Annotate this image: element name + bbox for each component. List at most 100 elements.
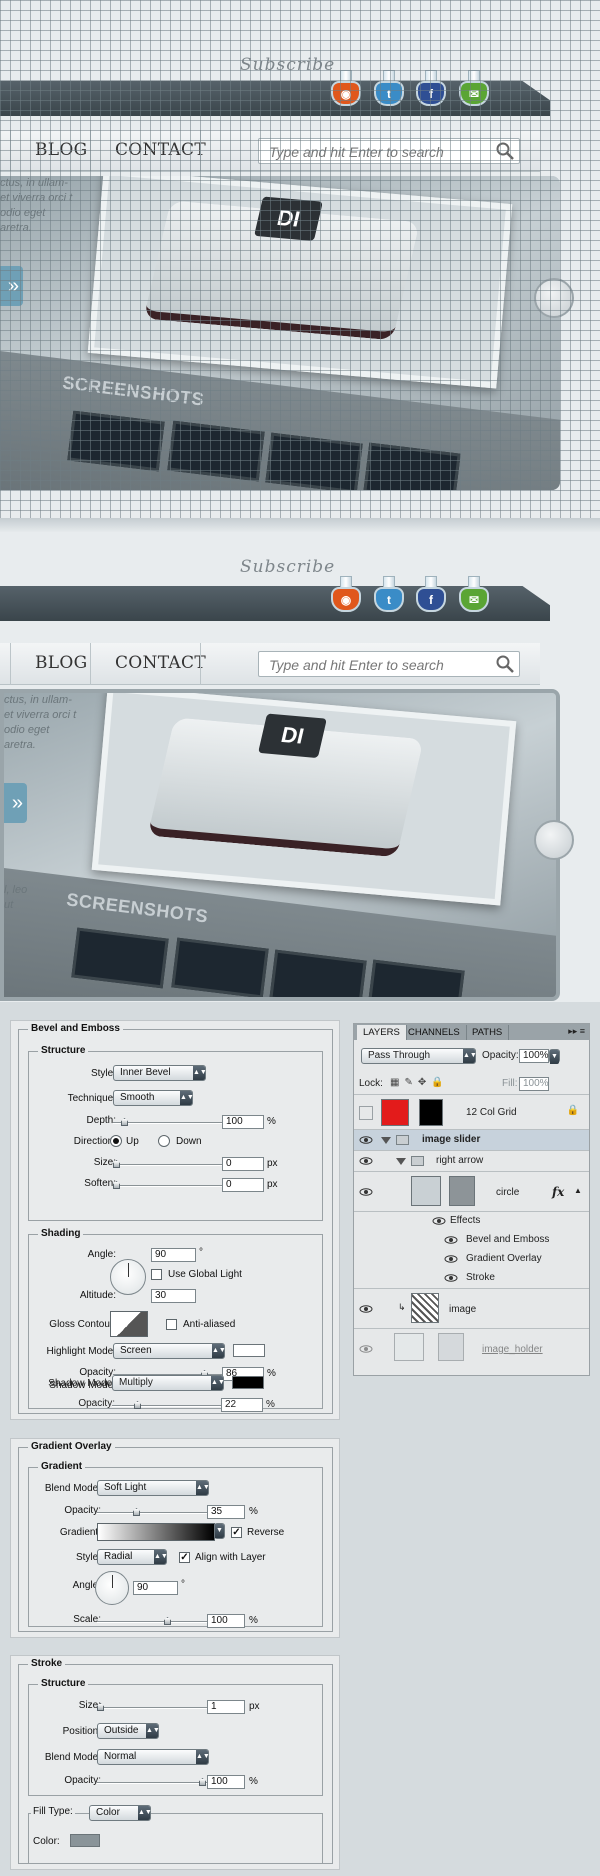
tab-paths[interactable]: PATHS bbox=[466, 1025, 510, 1040]
eye-icon[interactable] bbox=[432, 1217, 446, 1225]
left-arrow-button[interactable]: » bbox=[4, 783, 27, 823]
technique-select[interactable]: Smooth ▲▼ bbox=[113, 1090, 194, 1106]
disclosure-triangle-icon[interactable] bbox=[381, 1137, 391, 1144]
tab-layers[interactable]: LAYERS bbox=[357, 1025, 407, 1040]
layer-row-circle[interactable]: circle fx ▲ bbox=[354, 1172, 589, 1212]
layer-row-arrow[interactable]: right arrow bbox=[354, 1151, 589, 1172]
global-light-label: Use Global Light bbox=[168, 1269, 242, 1280]
facebook-icon[interactable]: f bbox=[416, 576, 446, 612]
soften-slider[interactable] bbox=[113, 1181, 223, 1189]
stroke-opacity-label: Opacity: bbox=[64, 1775, 101, 1786]
nav-contact[interactable]: CONTACT bbox=[115, 140, 206, 160]
twitter-icon[interactable]: t bbox=[374, 576, 404, 612]
stroke-color-swatch[interactable] bbox=[70, 1834, 100, 1847]
altitude-input[interactable]: 30 bbox=[151, 1289, 196, 1303]
stroke-opacity-slider[interactable] bbox=[97, 1778, 207, 1786]
highlight-color-swatch[interactable] bbox=[233, 1344, 265, 1357]
layer-row-holder[interactable]: image_holder bbox=[354, 1329, 589, 1369]
effects-row[interactable]: Effects bbox=[354, 1212, 589, 1231]
right-arrow-circle[interactable] bbox=[534, 820, 574, 860]
nav-blog[interactable]: BLOG bbox=[35, 653, 88, 673]
shadow-mode-select[interactable]: Multiply ▲▼ bbox=[112, 1375, 225, 1391]
layer-opacity-dropdown[interactable]: ▼ bbox=[549, 1049, 560, 1064]
reverse-checkbox[interactable]: ✓ bbox=[231, 1527, 242, 1538]
size-input[interactable]: 0 bbox=[222, 1157, 264, 1171]
fx-icon[interactable]: fx bbox=[552, 1185, 564, 1199]
scale-slider[interactable] bbox=[97, 1617, 207, 1625]
effect-row-bevel[interactable]: Bevel and Emboss bbox=[354, 1231, 589, 1250]
search-input[interactable]: Type and hit Enter to search bbox=[258, 138, 520, 164]
direction-up-radio[interactable] bbox=[110, 1135, 122, 1147]
gradient-heading: Gradient bbox=[38, 1461, 86, 1472]
gradient-picker[interactable] bbox=[97, 1523, 215, 1541]
layer-row-grid[interactable]: 12 Col Grid 🔒 bbox=[354, 1094, 589, 1130]
collapse-triangle-icon[interactable]: ▲ bbox=[574, 1186, 582, 1195]
rss-icon[interactable]: ◉ bbox=[331, 576, 361, 612]
left-arrow-button[interactable]: » bbox=[0, 266, 23, 306]
layer-opacity-input[interactable]: 100% bbox=[519, 1049, 549, 1063]
effect-row-gradient[interactable]: Gradient Overlay bbox=[354, 1250, 589, 1269]
rss-icon[interactable]: ◉ bbox=[331, 70, 361, 106]
align-layer-checkbox[interactable]: ✓ bbox=[179, 1552, 190, 1563]
facebook-icon[interactable]: f bbox=[416, 70, 446, 106]
lock-icons[interactable]: ▦✎✥🔒 bbox=[390, 1077, 449, 1088]
fill-type-select[interactable]: Color ▲▼ bbox=[89, 1805, 152, 1821]
style-select[interactable]: Radial ▲▼ bbox=[97, 1549, 168, 1565]
visibility-toggle[interactable] bbox=[359, 1106, 373, 1120]
anti-aliased-checkbox[interactable] bbox=[166, 1319, 177, 1330]
search-icon[interactable] bbox=[495, 141, 515, 161]
highlight-mode-select[interactable]: Screen ▲▼ bbox=[113, 1343, 226, 1359]
stroke-size-slider[interactable] bbox=[97, 1703, 207, 1711]
effect-row-stroke[interactable]: Stroke bbox=[354, 1269, 589, 1289]
right-arrow-circle[interactable] bbox=[534, 278, 574, 318]
nav-blog[interactable]: BLOG bbox=[35, 140, 88, 160]
layer-row-image[interactable]: ↳ image bbox=[354, 1289, 589, 1329]
structure-heading: Structure bbox=[38, 1045, 89, 1056]
eye-icon[interactable] bbox=[359, 1305, 373, 1313]
shadow-color-swatch[interactable] bbox=[232, 1376, 264, 1389]
style-select[interactable]: Inner Bevel ▲▼ bbox=[113, 1065, 207, 1081]
disclosure-triangle-icon[interactable] bbox=[396, 1158, 406, 1165]
fill-input[interactable]: 100% bbox=[519, 1077, 549, 1091]
panel-menu-icon[interactable]: ▸▸ ≡ bbox=[568, 1026, 585, 1037]
layer-row-slider[interactable]: image slider bbox=[354, 1130, 589, 1151]
eye-icon[interactable] bbox=[444, 1236, 458, 1244]
gradient-dropdown[interactable]: ▼ bbox=[214, 1523, 225, 1539]
search-input[interactable]: Type and hit Enter to search bbox=[258, 651, 520, 677]
eye-icon[interactable] bbox=[444, 1274, 458, 1282]
thumbnail[interactable] bbox=[265, 432, 363, 490]
opacity-slider[interactable] bbox=[97, 1508, 207, 1516]
twitter-icon[interactable]: t bbox=[374, 70, 404, 106]
stroke-blend-select[interactable]: Normal ▲▼ bbox=[97, 1749, 210, 1765]
nav-contact[interactable]: CONTACT bbox=[115, 653, 206, 673]
eye-icon[interactable] bbox=[359, 1345, 373, 1353]
gloss-contour-picker[interactable] bbox=[110, 1311, 148, 1337]
scale-input[interactable]: 100 bbox=[207, 1614, 245, 1628]
shadow-opacity-input[interactable]: 22 bbox=[221, 1398, 263, 1412]
depth-input[interactable]: 100 bbox=[222, 1115, 264, 1129]
eye-icon[interactable] bbox=[359, 1136, 373, 1144]
direction-down-radio[interactable] bbox=[158, 1135, 170, 1147]
global-light-checkbox[interactable] bbox=[151, 1269, 162, 1280]
stroke-size-input[interactable]: 1 bbox=[207, 1700, 245, 1714]
email-icon[interactable]: ✉ bbox=[459, 576, 489, 612]
eye-icon[interactable] bbox=[359, 1157, 373, 1165]
angle-dial[interactable] bbox=[95, 1571, 129, 1605]
email-icon[interactable]: ✉ bbox=[459, 70, 489, 106]
eye-icon[interactable] bbox=[359, 1188, 373, 1196]
depth-slider[interactable] bbox=[113, 1118, 223, 1126]
soften-input[interactable]: 0 bbox=[222, 1178, 264, 1192]
size-slider[interactable] bbox=[113, 1160, 223, 1168]
opacity-input[interactable]: 35 bbox=[207, 1505, 245, 1519]
layer-blend-select[interactable]: Pass Through ▲▼ bbox=[361, 1048, 477, 1064]
blend-mode-select[interactable]: Soft Light ▲▼ bbox=[97, 1480, 210, 1496]
search-icon[interactable] bbox=[495, 654, 515, 674]
angle-input[interactable]: 90 bbox=[151, 1248, 196, 1262]
angle-input[interactable]: 90 bbox=[133, 1581, 178, 1595]
tab-channels[interactable]: CHANNELS bbox=[402, 1025, 467, 1040]
folder-icon bbox=[411, 1156, 424, 1166]
stroke-opacity-input[interactable]: 100 bbox=[207, 1775, 245, 1789]
eye-icon[interactable] bbox=[444, 1255, 458, 1263]
position-select[interactable]: Outside ▲▼ bbox=[97, 1723, 160, 1739]
shadow-opacity-slider[interactable] bbox=[112, 1401, 222, 1409]
